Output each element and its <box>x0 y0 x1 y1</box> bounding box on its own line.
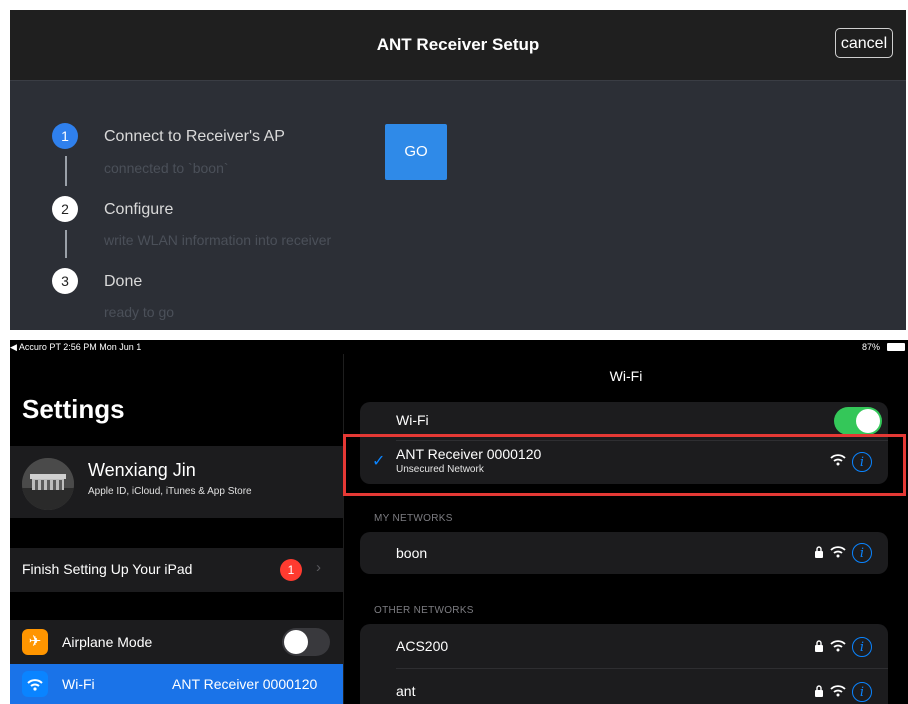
step-1-indicator: 1 <box>52 123 78 149</box>
network-name: ACS200 <box>396 638 449 654</box>
dialog-title: ANT Receiver Setup <box>376 35 540 54</box>
network-name: boon <box>396 545 428 561</box>
airplane-icon: ✈ <box>22 629 48 655</box>
step-3-indicator: 3 <box>52 268 78 294</box>
ant-receiver-setup-dialog: ANT Receiver Setup cancel 1 Connect to R… <box>10 10 906 330</box>
profile-name: Wenxiang Jin <box>88 460 196 480</box>
wifi-signal-icon <box>830 639 846 658</box>
avatar-photo-icon <box>22 458 74 510</box>
my-networks-header: MY NETWORKS <box>374 513 453 524</box>
wifi-toggle-label: Wi-Fi <box>396 412 429 428</box>
go-button[interactable]: GO <box>385 124 447 180</box>
airplane-mode-label: Airplane Mode <box>62 634 153 650</box>
airplane-mode-toggle[interactable] <box>282 628 330 656</box>
sidebar-item-airplane-mode[interactable]: ✈ Airplane Mode <box>10 620 343 664</box>
wifi-signal-icon <box>830 545 846 564</box>
lock-icon <box>814 639 824 657</box>
settings-sidebar: Settings Wenxiang Jin Apple ID, iCloud, … <box>10 354 344 704</box>
dialog-header: ANT Receiver Setup cancel <box>10 10 906 81</box>
finish-setup-cell[interactable]: Finish Setting Up Your iPad 1 › <box>10 548 343 592</box>
settings-title: Settings <box>22 394 125 424</box>
finish-setup-label: Finish Setting Up Your iPad <box>22 561 193 577</box>
info-icon[interactable]: i <box>852 637 872 657</box>
wifi-label: Wi-Fi <box>62 676 95 692</box>
network-name: ant <box>396 683 416 699</box>
ipad-settings-screen: ◀ Accuro PT 2:56 PM Mon Jun 1 87% Settin… <box>10 340 908 704</box>
other-networks-group: ACS200 i ant i <box>360 624 888 704</box>
lock-icon <box>814 684 824 702</box>
network-row-acs200[interactable]: ACS200 i <box>360 624 888 668</box>
battery-icon <box>887 343 905 351</box>
step-2-title: Configure <box>104 201 174 218</box>
step-connector <box>65 156 67 186</box>
wifi-toggle[interactable] <box>834 407 882 435</box>
lock-icon <box>814 545 824 563</box>
step-3-subtitle: ready to go <box>104 304 175 320</box>
avatar <box>22 458 74 510</box>
network-row-ant[interactable]: ant i <box>360 669 888 704</box>
step-1-title: Connect to Receiver's AP <box>104 128 285 145</box>
wifi-panel-title: Wi-Fi <box>609 368 643 384</box>
other-networks-header: OTHER NETWORKS <box>374 605 474 616</box>
step-3-title: Done <box>104 273 143 290</box>
notification-badge: 1 <box>280 559 302 581</box>
step-2-indicator: 2 <box>52 196 78 222</box>
step-2-subtitle: write WLAN information into receiver <box>104 232 332 248</box>
chevron-right-icon: › <box>316 559 321 576</box>
highlight-frame <box>343 434 906 496</box>
apple-id-profile-cell[interactable]: Wenxiang Jin Apple ID, iCloud, iTunes & … <box>10 446 343 518</box>
cancel-button[interactable]: cancel <box>835 28 893 58</box>
step-connector <box>65 230 67 258</box>
wifi-detail-panel: Wi-Fi Wi-Fi ✓ ANT Receiver 0000120 Unsec… <box>344 354 908 704</box>
profile-subtitle: Apple ID, iCloud, iTunes & App Store <box>88 486 252 497</box>
status-bar-left: ◀ Accuro PT 2:56 PM Mon Jun 1 <box>10 342 142 352</box>
wifi-icon <box>22 671 48 697</box>
info-icon[interactable]: i <box>852 543 872 563</box>
wifi-signal-icon <box>830 684 846 703</box>
network-row-boon[interactable]: boon i <box>360 532 888 574</box>
info-icon[interactable]: i <box>852 682 872 702</box>
wifi-current-network: ANT Receiver 0000120 <box>172 676 318 692</box>
sidebar-item-wifi[interactable]: Wi-Fi ANT Receiver 0000120 <box>10 664 343 704</box>
battery-percent: 87% <box>862 342 881 352</box>
step-1-subtitle: connected to `boon` <box>104 160 229 176</box>
